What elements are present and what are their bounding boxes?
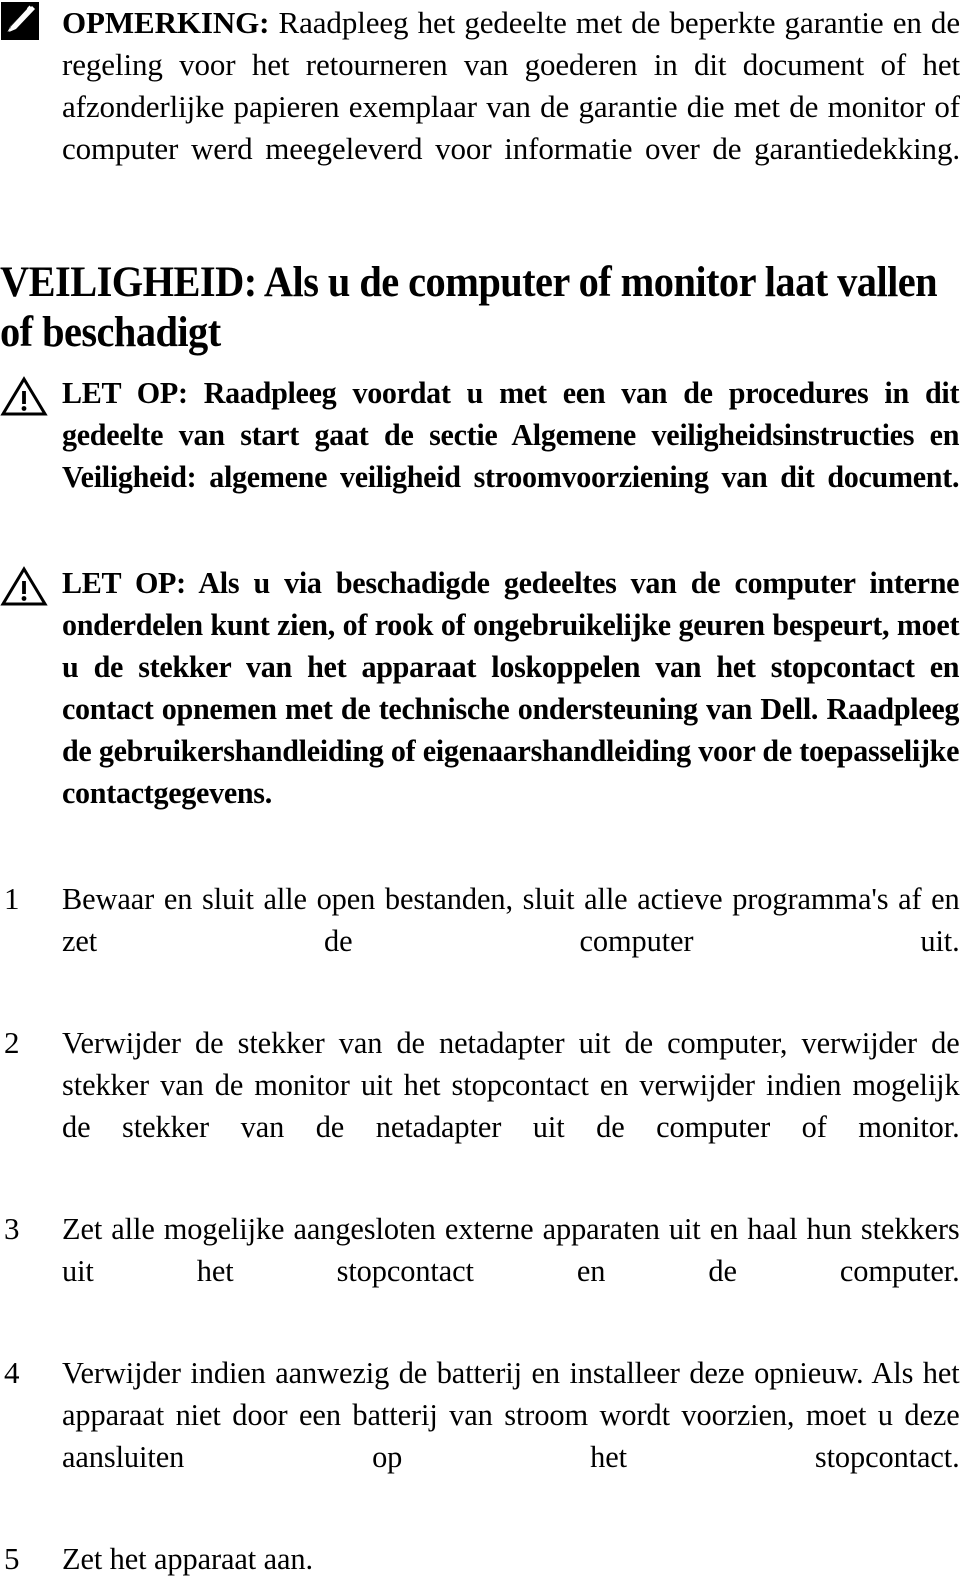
caution-paragraph-2: LET OP: Als u via beschadigde gedeeltes … xyxy=(62,565,960,810)
note-paragraph: OPMERKING: Raadpleeg het gedeelte met de… xyxy=(62,2,960,212)
caution-paragraph-1: LET OP: Raadpleeg voordat u met een van … xyxy=(62,375,960,494)
page-title: VEILIGHEID: Als u de computer of monitor… xyxy=(0,259,938,356)
list-item: 5 Zet het apparaat aan. xyxy=(0,1538,960,1580)
step-number: 2 xyxy=(4,1025,20,1060)
step-text: Bewaar en sluit alle open bestanden, slu… xyxy=(62,881,960,958)
caution-callout-1: LET OP: Raadpleeg voordat u met een van … xyxy=(0,372,960,540)
list-item: 3 Zet alle mogelijke aangesloten externe… xyxy=(0,1208,960,1334)
step-number: 4 xyxy=(4,1355,20,1390)
document-page: OPMERKING: Raadpleeg het gedeelte met de… xyxy=(0,0,960,1576)
step-text: Zet alle mogelijke aangesloten externe a… xyxy=(62,1211,960,1288)
section-heading-wrap: VEILIGHEID: Als u de computer of monitor… xyxy=(0,258,960,358)
note-lead-label: OPMERKING: xyxy=(62,5,270,40)
list-item: 1 Bewaar en sluit alle open bestanden, s… xyxy=(0,878,960,1004)
step-number: 3 xyxy=(4,1211,20,1246)
dell-note-pen-icon xyxy=(0,1,48,45)
step-text: Verwijder indien aanwezig de batterij en… xyxy=(62,1355,960,1474)
caution-callout-2: LET OP: Als u via beschadigde gedeeltes … xyxy=(0,562,960,856)
step-text: Zet het apparaat aan. xyxy=(62,1541,313,1576)
step-text: Verwijder de stekker van de netadapter u… xyxy=(62,1025,960,1144)
procedure-steps-list: 1 Bewaar en sluit alle open bestanden, s… xyxy=(0,878,960,1580)
step-number: 1 xyxy=(4,881,20,916)
list-item: 2 Verwijder de stekker van de netadapter… xyxy=(0,1022,960,1190)
warning-triangle-icon xyxy=(0,376,48,420)
list-item: 4 Verwijder indien aanwezig de batterij … xyxy=(0,1352,960,1520)
warning-triangle-icon xyxy=(0,566,48,610)
note-callout: OPMERKING: Raadpleeg het gedeelte met de… xyxy=(0,0,960,212)
step-number: 5 xyxy=(4,1541,20,1576)
